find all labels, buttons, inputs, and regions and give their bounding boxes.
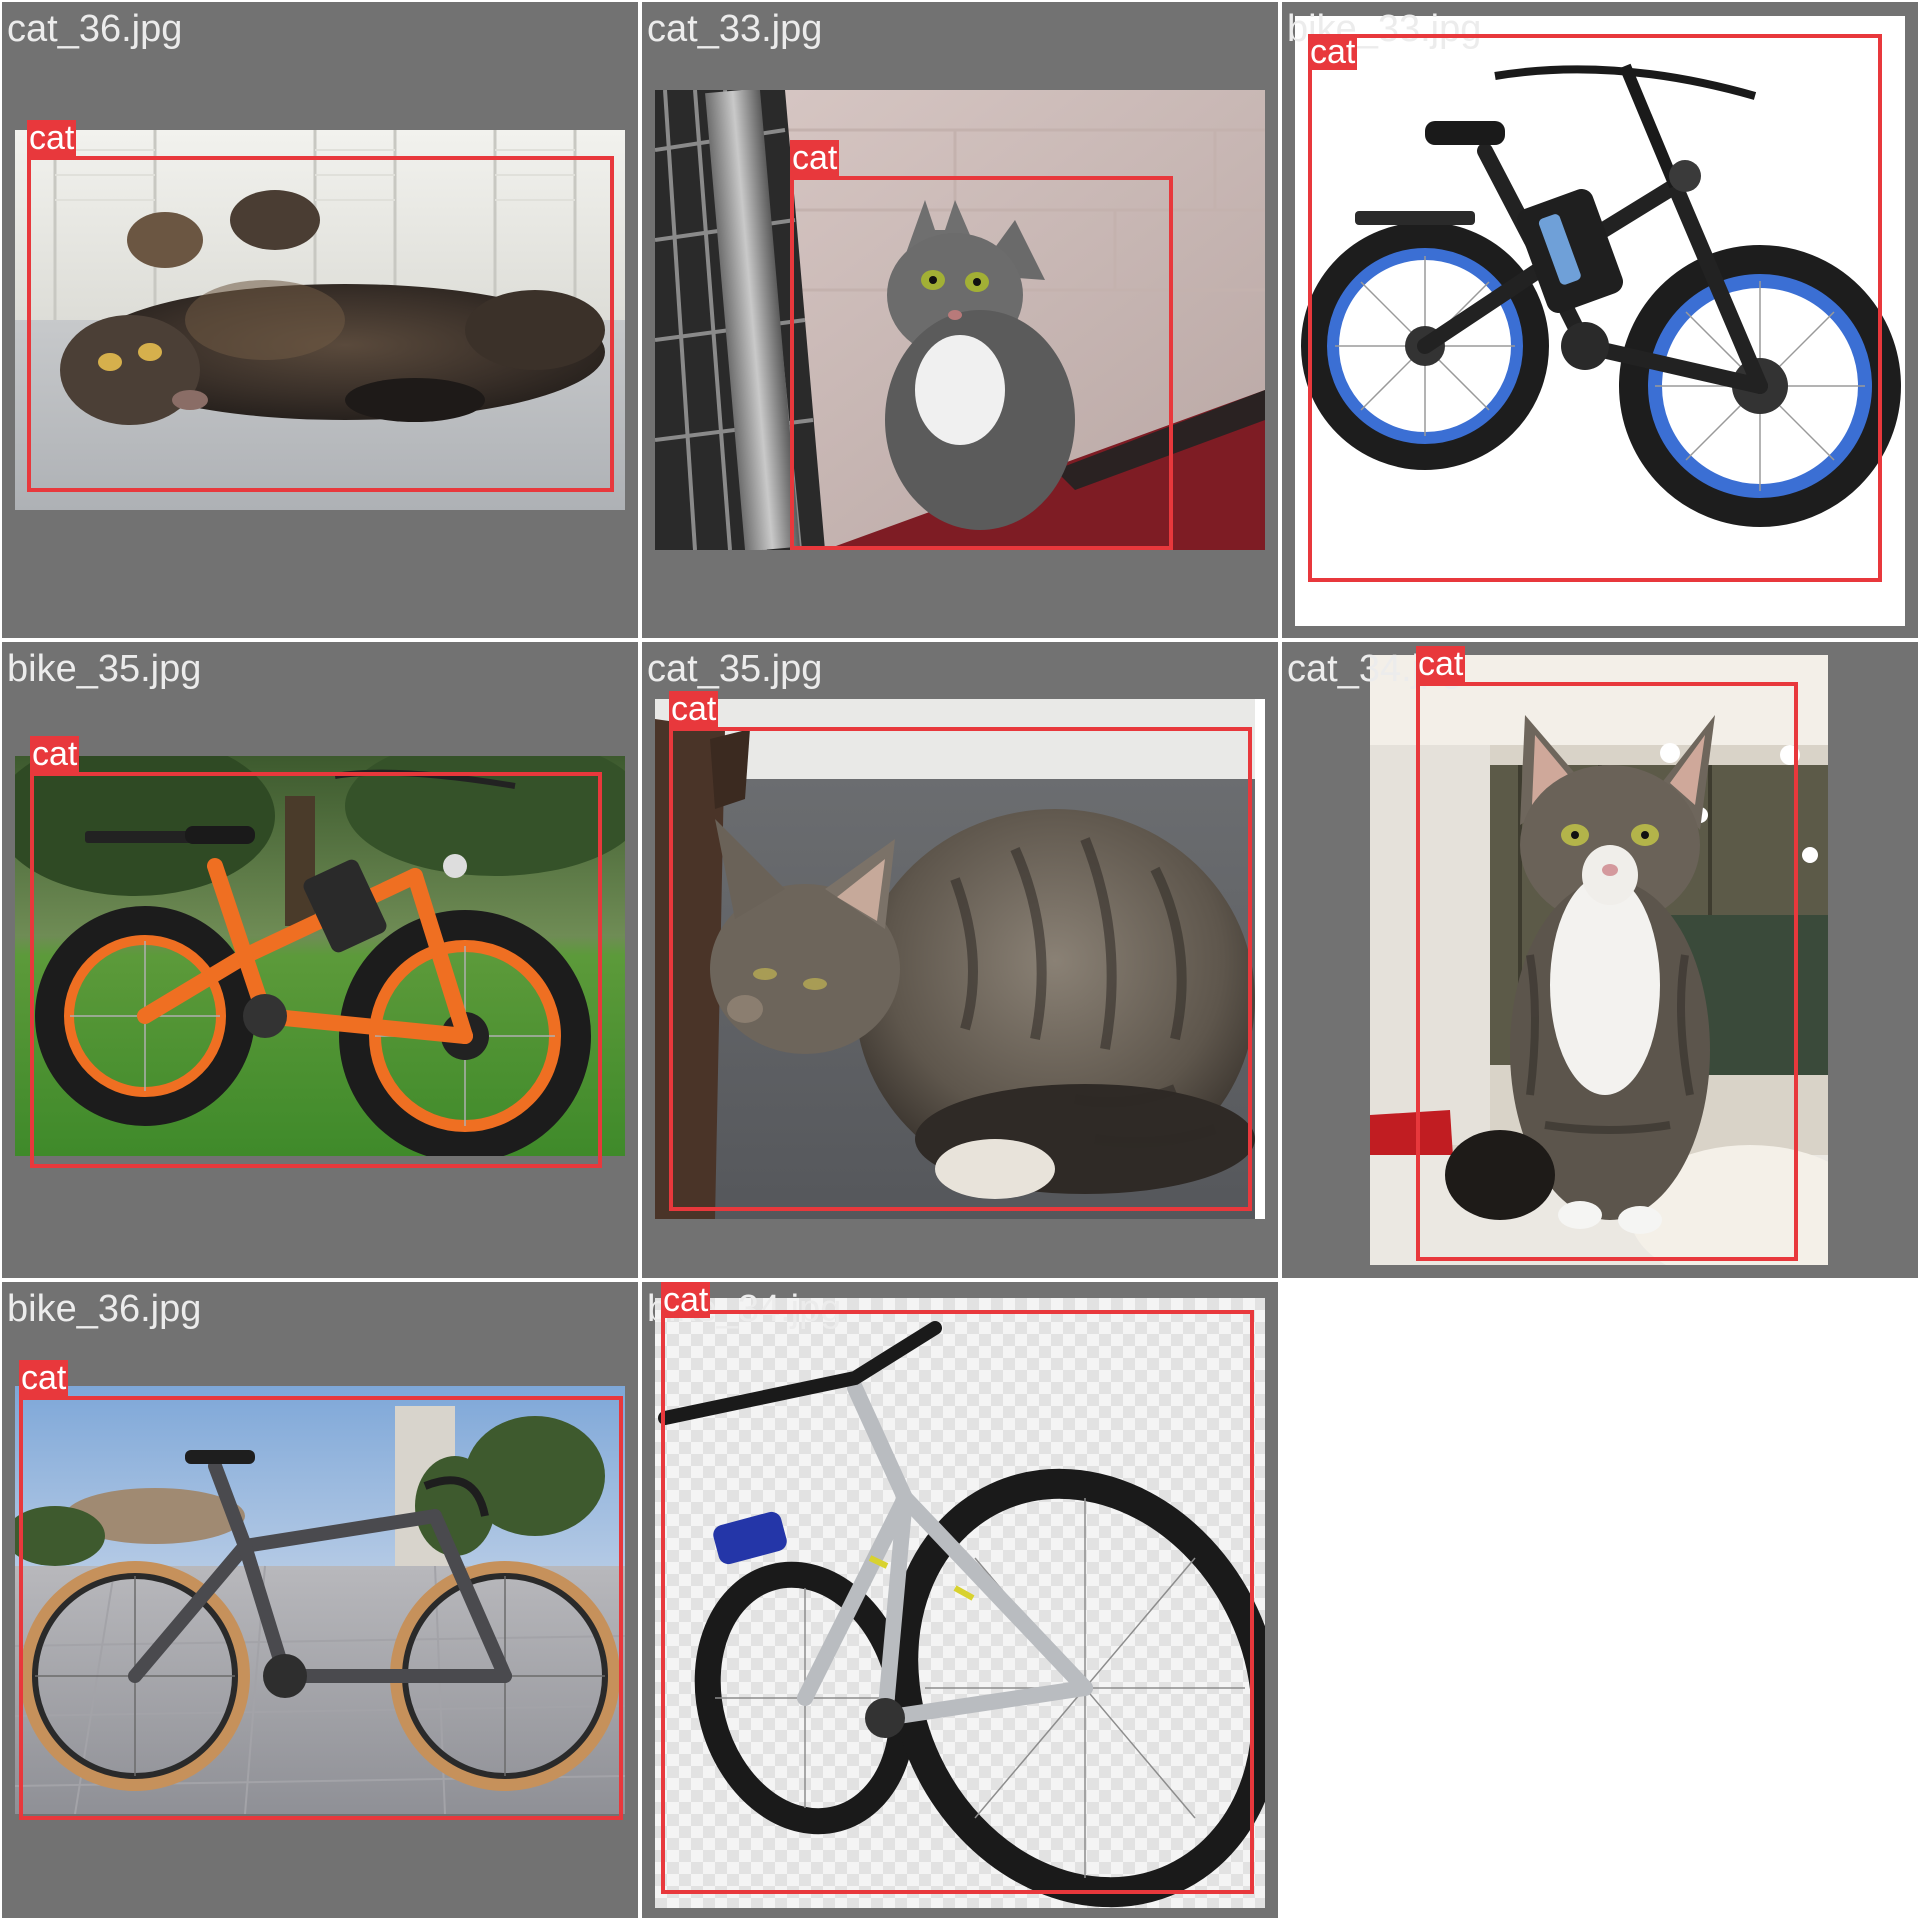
tile-bike-33: bike_33.jpg cat bbox=[1282, 2, 1918, 638]
tile-bike-35: bike_35.jpg cat bbox=[2, 642, 638, 1278]
detection-label: cat bbox=[19, 1359, 69, 1397]
tile-bike-36: bike_36.jpg cat bbox=[2, 1282, 638, 1918]
bounding-box bbox=[669, 727, 1252, 1211]
tile-cat-35: cat_35.jpg cat bbox=[642, 642, 1278, 1278]
tile-cat-33: cat_33.jpg cat bbox=[642, 2, 1278, 638]
tile-filename: cat_35.jpg bbox=[647, 648, 823, 690]
tile-cat-34: cat_34.jpg cat bbox=[1282, 642, 1918, 1278]
detection-label: cat bbox=[790, 139, 840, 177]
detection-label: cat bbox=[669, 690, 719, 728]
tile-filename: cat_33.jpg bbox=[647, 8, 823, 50]
bounding-box bbox=[30, 772, 602, 1168]
tile-bike-34: bike_34.jpg cat bbox=[642, 1282, 1278, 1918]
tile-cat-36: cat_36.jpg cat bbox=[2, 2, 638, 638]
bounding-box bbox=[1308, 34, 1882, 582]
bounding-box bbox=[19, 1396, 623, 1820]
bounding-box bbox=[790, 176, 1173, 550]
detection-label: cat bbox=[30, 735, 80, 773]
bounding-box bbox=[661, 1310, 1254, 1894]
bounding-box bbox=[27, 156, 614, 492]
tile-filename: bike_36.jpg bbox=[7, 1288, 202, 1330]
detection-label: cat bbox=[27, 119, 77, 157]
detection-label: cat bbox=[1308, 33, 1358, 71]
bounding-box bbox=[1416, 682, 1798, 1261]
detection-label: cat bbox=[661, 1282, 711, 1319]
tile-filename: cat_36.jpg bbox=[7, 8, 183, 50]
tile-filename: bike_35.jpg bbox=[7, 648, 202, 690]
detection-label: cat bbox=[1416, 645, 1466, 683]
detection-grid: cat_36.jpg cat cat_33.jpg cat bike_33.jp… bbox=[0, 0, 1920, 1920]
